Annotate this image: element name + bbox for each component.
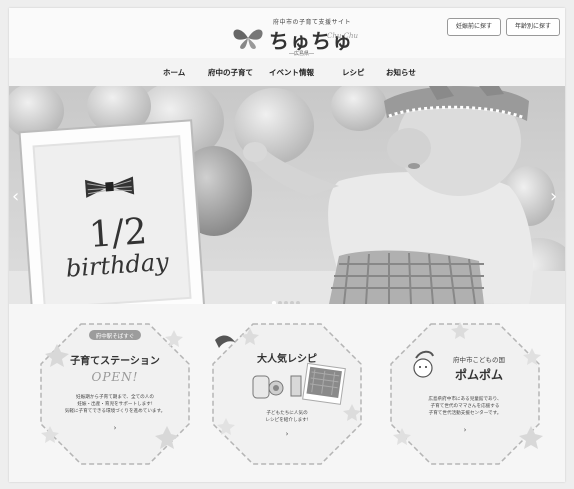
card-kosodate-station[interactable]: 府中駅そばすぐ 子育てステーション OPEN! 妊娠期から子育て期まで、全ての人… bbox=[33, 314, 197, 474]
card3-desc-3: 子育て世代活動支援センターです。 bbox=[428, 411, 502, 416]
card1-open: OPEN! bbox=[91, 370, 139, 384]
card1-desc-1: 妊娠期から子育て期まで、全ての人の bbox=[76, 395, 154, 400]
nav-item-childcare[interactable]: 府中の子育て bbox=[208, 67, 253, 78]
card2-title: 大人気レシピ bbox=[257, 354, 317, 365]
nav-item-events[interactable]: イベント情報 bbox=[269, 67, 314, 78]
hero-slider[interactable]: 1/2 birthday ‹ › bbox=[9, 86, 565, 304]
search-pre-pregnancy-button[interactable]: 妊娠前に探す bbox=[447, 18, 502, 36]
card2-desc-1: 子どもたちに人気の bbox=[266, 411, 308, 416]
nav-item-recipes[interactable]: レシピ bbox=[342, 67, 365, 78]
card1-small: 府中駅そばすぐ bbox=[95, 334, 135, 340]
card1-desc-2: 妊娠・出産・育児をサポートします! bbox=[77, 402, 153, 407]
card1-desc-3: 気軽に子育てできる環境づくりを進めています。 bbox=[64, 409, 166, 414]
card3-chevron-icon[interactable]: › bbox=[383, 426, 547, 434]
page: 府中市の子育て支援サイト ちゅちゅ Chu Chu ―広島県― 妊娠前に探す 年… bbox=[9, 8, 565, 482]
card3-desc-2: 子育て世代のママさんを応援する bbox=[430, 404, 500, 409]
card3-title: ポムポム bbox=[454, 368, 503, 382]
prev-arrow-icon[interactable]: ‹ bbox=[12, 186, 19, 207]
next-arrow-icon[interactable]: › bbox=[550, 186, 557, 207]
card2-desc-2: レシピを紹介します! bbox=[265, 418, 309, 423]
logo-sub: ―広島県― bbox=[289, 51, 315, 57]
octagon-frame-icon bbox=[390, 322, 543, 465]
card1-chevron-icon[interactable]: › bbox=[33, 424, 197, 432]
card3-desc-1: 広島県府中市にある児童館であり、 bbox=[428, 397, 502, 402]
site-logo[interactable]: 府中市の子育て支援サイト ちゅちゅ Chu Chu ―広島県― bbox=[223, 14, 373, 60]
main-nav: ホーム 府中の子育て イベント情報 レシピ お知らせ bbox=[9, 58, 565, 86]
card-pompom[interactable]: 府中市こどもの国 ポムポム 広島県府中市にある児童館であり、 子育て世代のママさ… bbox=[383, 314, 547, 474]
logo-script: Chu Chu bbox=[327, 32, 358, 40]
feature-cards: 府中駅そばすぐ 子育てステーション OPEN! 妊娠期から子育て期まで、全ての人… bbox=[9, 304, 565, 482]
butterfly-icon bbox=[233, 29, 263, 49]
slider-dots bbox=[271, 290, 301, 304]
octagon-frame-icon bbox=[212, 323, 362, 465]
nav-item-news[interactable]: お知らせ bbox=[386, 67, 416, 78]
search-by-age-button[interactable]: 年齢別に探す bbox=[506, 18, 561, 36]
card1-title: 子育てステーション bbox=[70, 356, 160, 367]
card-recipes[interactable]: 大人気レシピ 子どもたちに人気の レシピを紹介します! › bbox=[205, 314, 369, 474]
card3-small: 府中市こどもの国 bbox=[453, 356, 505, 364]
site-header: 府中市の子育て支援サイト ちゅちゅ Chu Chu ―広島県― 妊娠前に探す 年… bbox=[9, 8, 565, 58]
nav-item-home[interactable]: ホーム bbox=[163, 67, 185, 78]
card2-chevron-icon[interactable]: › bbox=[205, 430, 369, 438]
sign-text: 1/2 birthday bbox=[65, 211, 173, 283]
